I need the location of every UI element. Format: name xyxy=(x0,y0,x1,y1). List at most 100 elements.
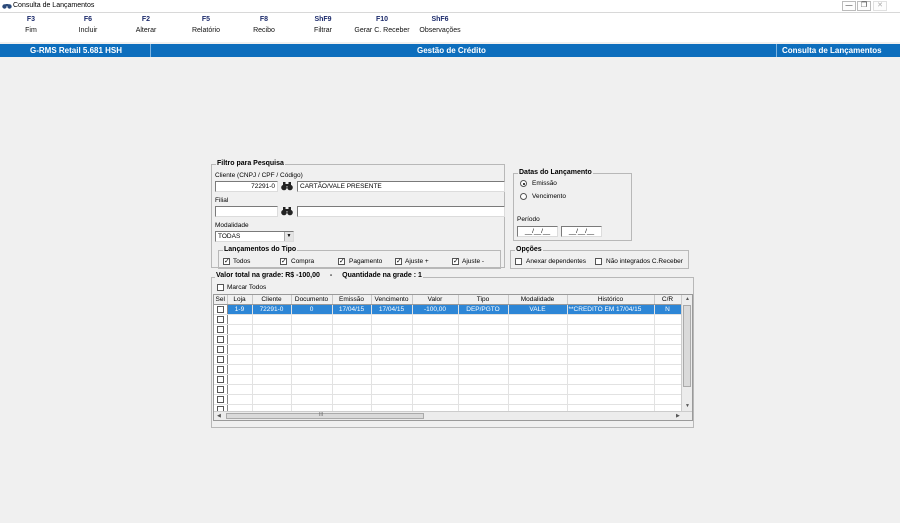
scroll-down-icon[interactable]: ▼ xyxy=(685,403,690,409)
incluir-button[interactable]: F6 Incluir xyxy=(57,16,119,34)
vencimento-radio[interactable] xyxy=(520,193,527,200)
row-checkbox[interactable] xyxy=(216,345,224,353)
dates-legend: Datas do Lançamento xyxy=(518,169,593,176)
row-select-cell[interactable] xyxy=(214,364,228,375)
filtrar-button[interactable]: ShF9 Filtrar xyxy=(292,16,354,34)
row-checkbox[interactable] xyxy=(216,395,224,403)
row-select-cell[interactable] xyxy=(214,354,228,365)
table-row[interactable] xyxy=(214,354,682,365)
client-name-input[interactable]: CARTÃO/VALE PRESENTE xyxy=(297,181,505,192)
thumb-grip: III xyxy=(319,412,324,418)
row-checkbox[interactable] xyxy=(216,375,224,383)
column-header[interactable]: Histórico xyxy=(567,295,655,305)
scroll-up-icon[interactable]: ▲ xyxy=(685,296,690,302)
key-label: F8 xyxy=(259,16,269,23)
filial-code-input[interactable] xyxy=(215,206,278,217)
row-checkbox[interactable] xyxy=(216,315,224,323)
key-label: F5 xyxy=(201,16,211,23)
todos-checkbox[interactable] xyxy=(223,257,230,266)
row-select-cell[interactable] xyxy=(214,394,228,405)
row-select-cell[interactable] xyxy=(214,384,228,395)
row-select-cell[interactable] xyxy=(214,324,228,335)
vertical-scrollbar[interactable]: ▲ ▼ xyxy=(681,295,692,412)
column-header[interactable]: Documento xyxy=(291,295,333,305)
row-checkbox[interactable] xyxy=(216,335,224,343)
chevron-down-icon[interactable]: ▼ xyxy=(284,232,293,241)
client-code-input[interactable]: 72291-0 xyxy=(215,181,278,192)
binoculars-icon[interactable] xyxy=(281,181,293,191)
scroll-right-icon[interactable]: ▶ xyxy=(676,413,680,419)
ajuste-mais-checkbox[interactable] xyxy=(395,257,402,266)
table-cell xyxy=(567,334,655,345)
row-checkbox[interactable] xyxy=(216,365,224,373)
todos-label: Todos xyxy=(233,258,251,265)
row-select-cell[interactable] xyxy=(214,334,228,345)
row-checkbox[interactable] xyxy=(216,305,224,313)
table-row[interactable] xyxy=(214,334,682,345)
row-checkbox[interactable] xyxy=(216,385,224,393)
emissao-radio[interactable] xyxy=(520,180,527,187)
table-cell: N xyxy=(654,304,682,315)
binoculars-icon[interactable] xyxy=(281,206,293,216)
nao-integrados-label: Não integrados C.Receber xyxy=(606,258,683,265)
ajuste-menos-checkbox[interactable] xyxy=(452,257,459,266)
scroll-left-icon[interactable]: ◀ xyxy=(217,413,221,419)
options-legend: Opções xyxy=(515,246,543,253)
column-header[interactable]: Tipo xyxy=(458,295,509,305)
table-row[interactable] xyxy=(214,384,682,395)
maximize-button[interactable]: ❐ xyxy=(857,1,871,11)
close-button[interactable]: ✕ xyxy=(873,1,887,11)
row-select-cell[interactable] xyxy=(214,304,228,315)
compra-checkbox[interactable] xyxy=(280,257,287,266)
recibo-button[interactable]: F8 Recibo xyxy=(233,16,295,34)
table-row[interactable] xyxy=(214,324,682,335)
row-select-cell[interactable] xyxy=(214,314,228,325)
horizontal-scrollbar[interactable]: ◀ III ▶ xyxy=(214,411,692,420)
table-row[interactable] xyxy=(214,364,682,375)
table-row[interactable] xyxy=(214,394,682,405)
mark-all-checkbox[interactable] xyxy=(217,284,224,291)
fim-button[interactable]: F3 Fim xyxy=(0,16,62,34)
modalidade-select[interactable]: TODAS ▼ xyxy=(215,231,294,242)
launches-grid[interactable]: Sel Loja Cliente Documento Emissão Vencimento… xyxy=(213,294,693,421)
filial-name-input[interactable] xyxy=(297,206,505,217)
minimize-button[interactable]: — xyxy=(842,1,856,11)
table-cell: 17/04/15 xyxy=(332,304,372,315)
alterar-button[interactable]: F2 Alterar xyxy=(115,16,177,34)
table-row[interactable] xyxy=(214,344,682,355)
column-header[interactable]: Modalidade xyxy=(508,295,568,305)
date-from-input[interactable]: __/__/__ xyxy=(517,226,558,237)
table-row[interactable] xyxy=(214,374,682,385)
row-checkbox[interactable] xyxy=(216,325,224,333)
table-row[interactable] xyxy=(214,314,682,325)
column-header[interactable]: Sel xyxy=(214,295,228,305)
column-header[interactable]: C/R xyxy=(654,295,682,305)
row-select-cell[interactable] xyxy=(214,374,228,385)
table-cell xyxy=(567,364,655,375)
table-cell xyxy=(654,314,682,325)
column-header[interactable]: Valor xyxy=(412,295,459,305)
nao-integrados-checkbox[interactable] xyxy=(595,258,602,265)
scroll-thumb[interactable]: III xyxy=(226,412,424,419)
date-to-input[interactable]: __/__/__ xyxy=(561,226,602,237)
scroll-thumb[interactable] xyxy=(683,305,691,387)
column-header[interactable]: Emissão xyxy=(332,295,372,305)
column-header[interactable]: Vencimento xyxy=(371,295,413,305)
column-header[interactable]: Cliente xyxy=(252,295,292,305)
table-cell xyxy=(412,324,459,335)
table-cell xyxy=(508,334,568,345)
gerar-c-receber-button[interactable]: F10 Gerar C. Receber xyxy=(351,16,413,34)
relatorio-button[interactable]: F5 Relatório xyxy=(175,16,237,34)
mark-all-label: Marcar Todos xyxy=(227,284,267,291)
anexar-dependentes-checkbox[interactable] xyxy=(515,258,522,265)
table-cell xyxy=(654,374,682,385)
pagamento-checkbox[interactable] xyxy=(338,257,345,266)
row-checkbox[interactable] xyxy=(216,355,224,363)
observacoes-button[interactable]: ShF6 Observações xyxy=(409,16,471,34)
table-row[interactable]: 1-972291-0017/04/1517/04/15-100,00DEP/PG… xyxy=(214,304,682,315)
anexar-dependentes-label: Anexar dependentes xyxy=(526,258,586,265)
window-titlebar: Consulta de Lançamentos — ❐ ✕ xyxy=(0,0,900,13)
row-select-cell[interactable] xyxy=(214,344,228,355)
column-header[interactable]: Loja xyxy=(227,295,253,305)
button-label: Recibo xyxy=(253,27,275,34)
